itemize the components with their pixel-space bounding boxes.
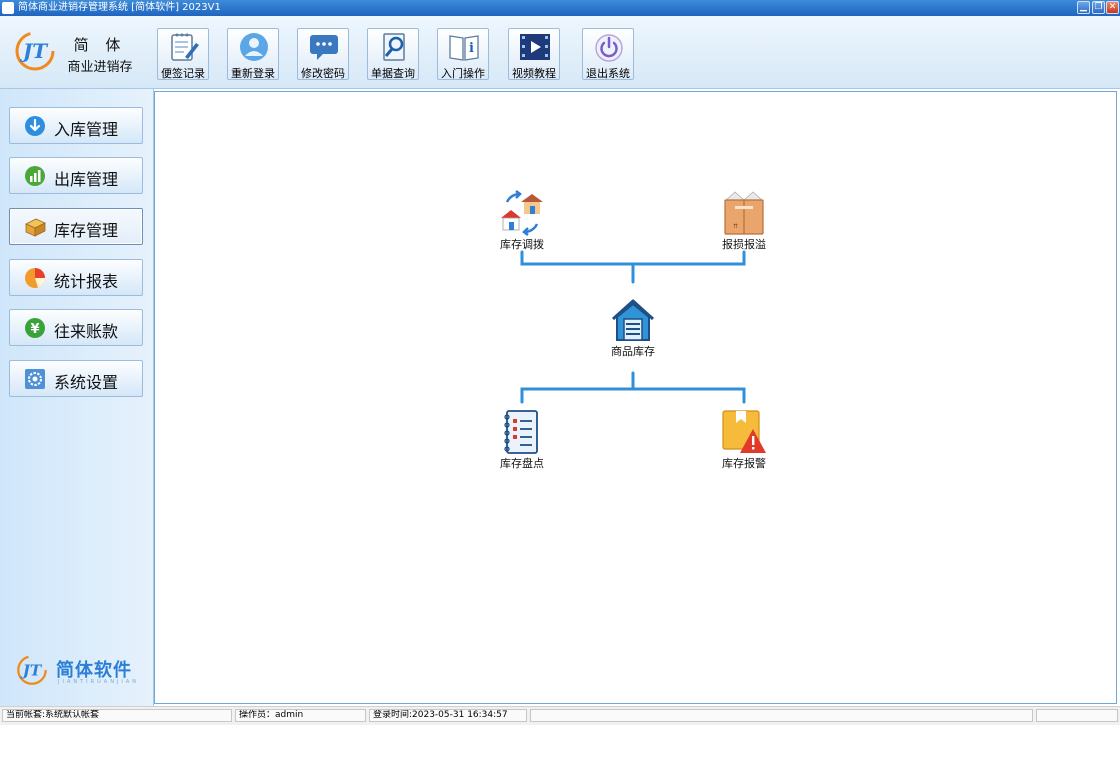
brand-logo-icon: JT — [15, 31, 55, 71]
video-tutorial-button[interactable]: 视频教程 — [508, 28, 560, 80]
sidebar-item-label: 系统设置 — [54, 373, 119, 392]
module-label: 报损报溢 — [722, 238, 766, 251]
brand-logo-icon: JT — [17, 655, 47, 685]
status-operator: 操作员：admin — [235, 709, 366, 722]
sidebar-item-label: 往来账款 — [54, 322, 119, 341]
notepad-icon — [171, 33, 199, 61]
svg-text:i: i — [469, 41, 474, 56]
document-search-button[interactable]: 单据查询 — [367, 28, 419, 80]
exit-button[interactable]: 退出系统 — [582, 28, 634, 80]
module-stock-count[interactable]: 库存盘点 — [482, 409, 562, 471]
getting-started-button-label: 入门操作 — [441, 67, 485, 80]
status-account: 当前帐套:系统默认帐套 — [2, 709, 232, 722]
sidebar-item-reports[interactable]: 统计报表 — [9, 259, 143, 296]
getting-started-button[interactable]: i 入门操作 — [437, 28, 489, 80]
restore-button[interactable]: ❐ — [1092, 1, 1105, 14]
app-icon — [2, 2, 14, 14]
brand-subtitle: 商业进销存 — [67, 60, 133, 75]
video-tutorial-button-label: 视频教程 — [512, 67, 556, 80]
yen-circle-icon: ¥ — [25, 318, 45, 338]
relogin-button[interactable]: 重新登录 — [227, 28, 279, 80]
sidebar: 入库管理 出库管理 库存管理 统计报表 ¥ 往来账款 系统设置 JT 简体软件 … — [0, 89, 154, 706]
warehouse-icon — [611, 299, 655, 341]
houses-transfer-icon — [501, 190, 543, 236]
module-label: 商品库存 — [611, 345, 655, 358]
footer-brand-subtitle: JIANTIRUANJIAN — [58, 679, 140, 685]
notes-button[interactable]: 便签记录 — [157, 28, 209, 80]
notes-button-label: 便签记录 — [161, 67, 205, 80]
sidebar-item-stock-out[interactable]: 出库管理 — [9, 157, 143, 194]
pie-chart-icon — [25, 268, 45, 288]
sidebar-item-settings[interactable]: 系统设置 — [9, 360, 143, 397]
box-warning-icon — [722, 410, 766, 453]
relogin-button-label: 重新登录 — [231, 67, 275, 80]
exit-button-label: 退出系统 — [586, 67, 630, 80]
module-label: 库存盘点 — [500, 457, 544, 470]
toolbar: JT 简 体 商业进销存 便签记录 重新登录 修改密码 单据查询 i 入门操作 … — [0, 16, 1120, 89]
user-icon — [240, 33, 268, 61]
sidebar-item-accounts[interactable]: ¥ 往来账款 — [9, 309, 143, 346]
svg-text:JT: JT — [19, 39, 49, 63]
status-empty-cell — [1036, 709, 1118, 722]
title-bar: 简体商业进销存管理系统 [简体软件] 2023V1 ▁ ❐ ✕ — [0, 0, 1120, 16]
sidebar-item-label: 统计报表 — [54, 272, 119, 291]
password-chat-icon — [310, 35, 338, 60]
module-stock-transfer[interactable]: 库存调拨 — [482, 190, 562, 252]
sidebar-item-label: 出库管理 — [54, 170, 119, 189]
sidebar-item-label: 库存管理 — [54, 221, 119, 240]
module-label: 库存调拨 — [500, 238, 544, 251]
window-title: 简体商业进销存管理系统 [简体软件] 2023V1 — [18, 2, 221, 13]
module-loss-overflow[interactable]: ⇈ 报损报溢 — [704, 190, 784, 252]
power-icon — [595, 34, 623, 62]
checklist-icon — [504, 410, 538, 454]
module-product-stock[interactable]: 商品库存 — [593, 297, 673, 359]
arrow-down-circle-icon — [25, 116, 45, 136]
sidebar-item-stock-in[interactable]: 入库管理 — [9, 107, 143, 144]
document-search-icon — [383, 33, 405, 61]
inventory-panel: 库存调拨 ⇈ 报损报溢 商品库存 库存盘点 库存报警 — [154, 91, 1117, 704]
change-password-button-label: 修改密码 — [301, 67, 345, 80]
sidebar-item-inventory[interactable]: 库存管理 — [9, 208, 143, 245]
cardboard-box-icon: ⇈ — [724, 191, 764, 235]
status-empty-cell — [530, 709, 1033, 722]
status-bar: 当前帐套:系统默认帐套 操作员：admin 登录时间:2023-05-31 16… — [0, 706, 1120, 725]
info-book-icon: i — [449, 35, 479, 61]
svg-text:JT: JT — [20, 661, 43, 679]
brand-name: 简 体 — [73, 36, 127, 54]
module-stock-alert[interactable]: 库存报警 — [704, 409, 784, 471]
box-icon — [25, 218, 46, 237]
svg-text:⇈: ⇈ — [733, 223, 738, 230]
status-login-time: 登录时间:2023-05-31 16:34:57 — [369, 709, 527, 722]
bar-chart-circle-icon — [25, 166, 45, 186]
sidebar-item-label: 入库管理 — [54, 120, 119, 139]
change-password-button[interactable]: 修改密码 — [297, 28, 349, 80]
minimize-button[interactable]: ▁ — [1077, 1, 1090, 14]
document-search-button-label: 单据查询 — [371, 67, 415, 80]
gear-icon — [25, 369, 45, 389]
close-button[interactable]: ✕ — [1106, 1, 1119, 14]
module-label: 库存报警 — [722, 457, 766, 470]
video-icon — [520, 34, 550, 60]
svg-text:¥: ¥ — [30, 322, 39, 337]
module-connectors — [520, 250, 746, 404]
